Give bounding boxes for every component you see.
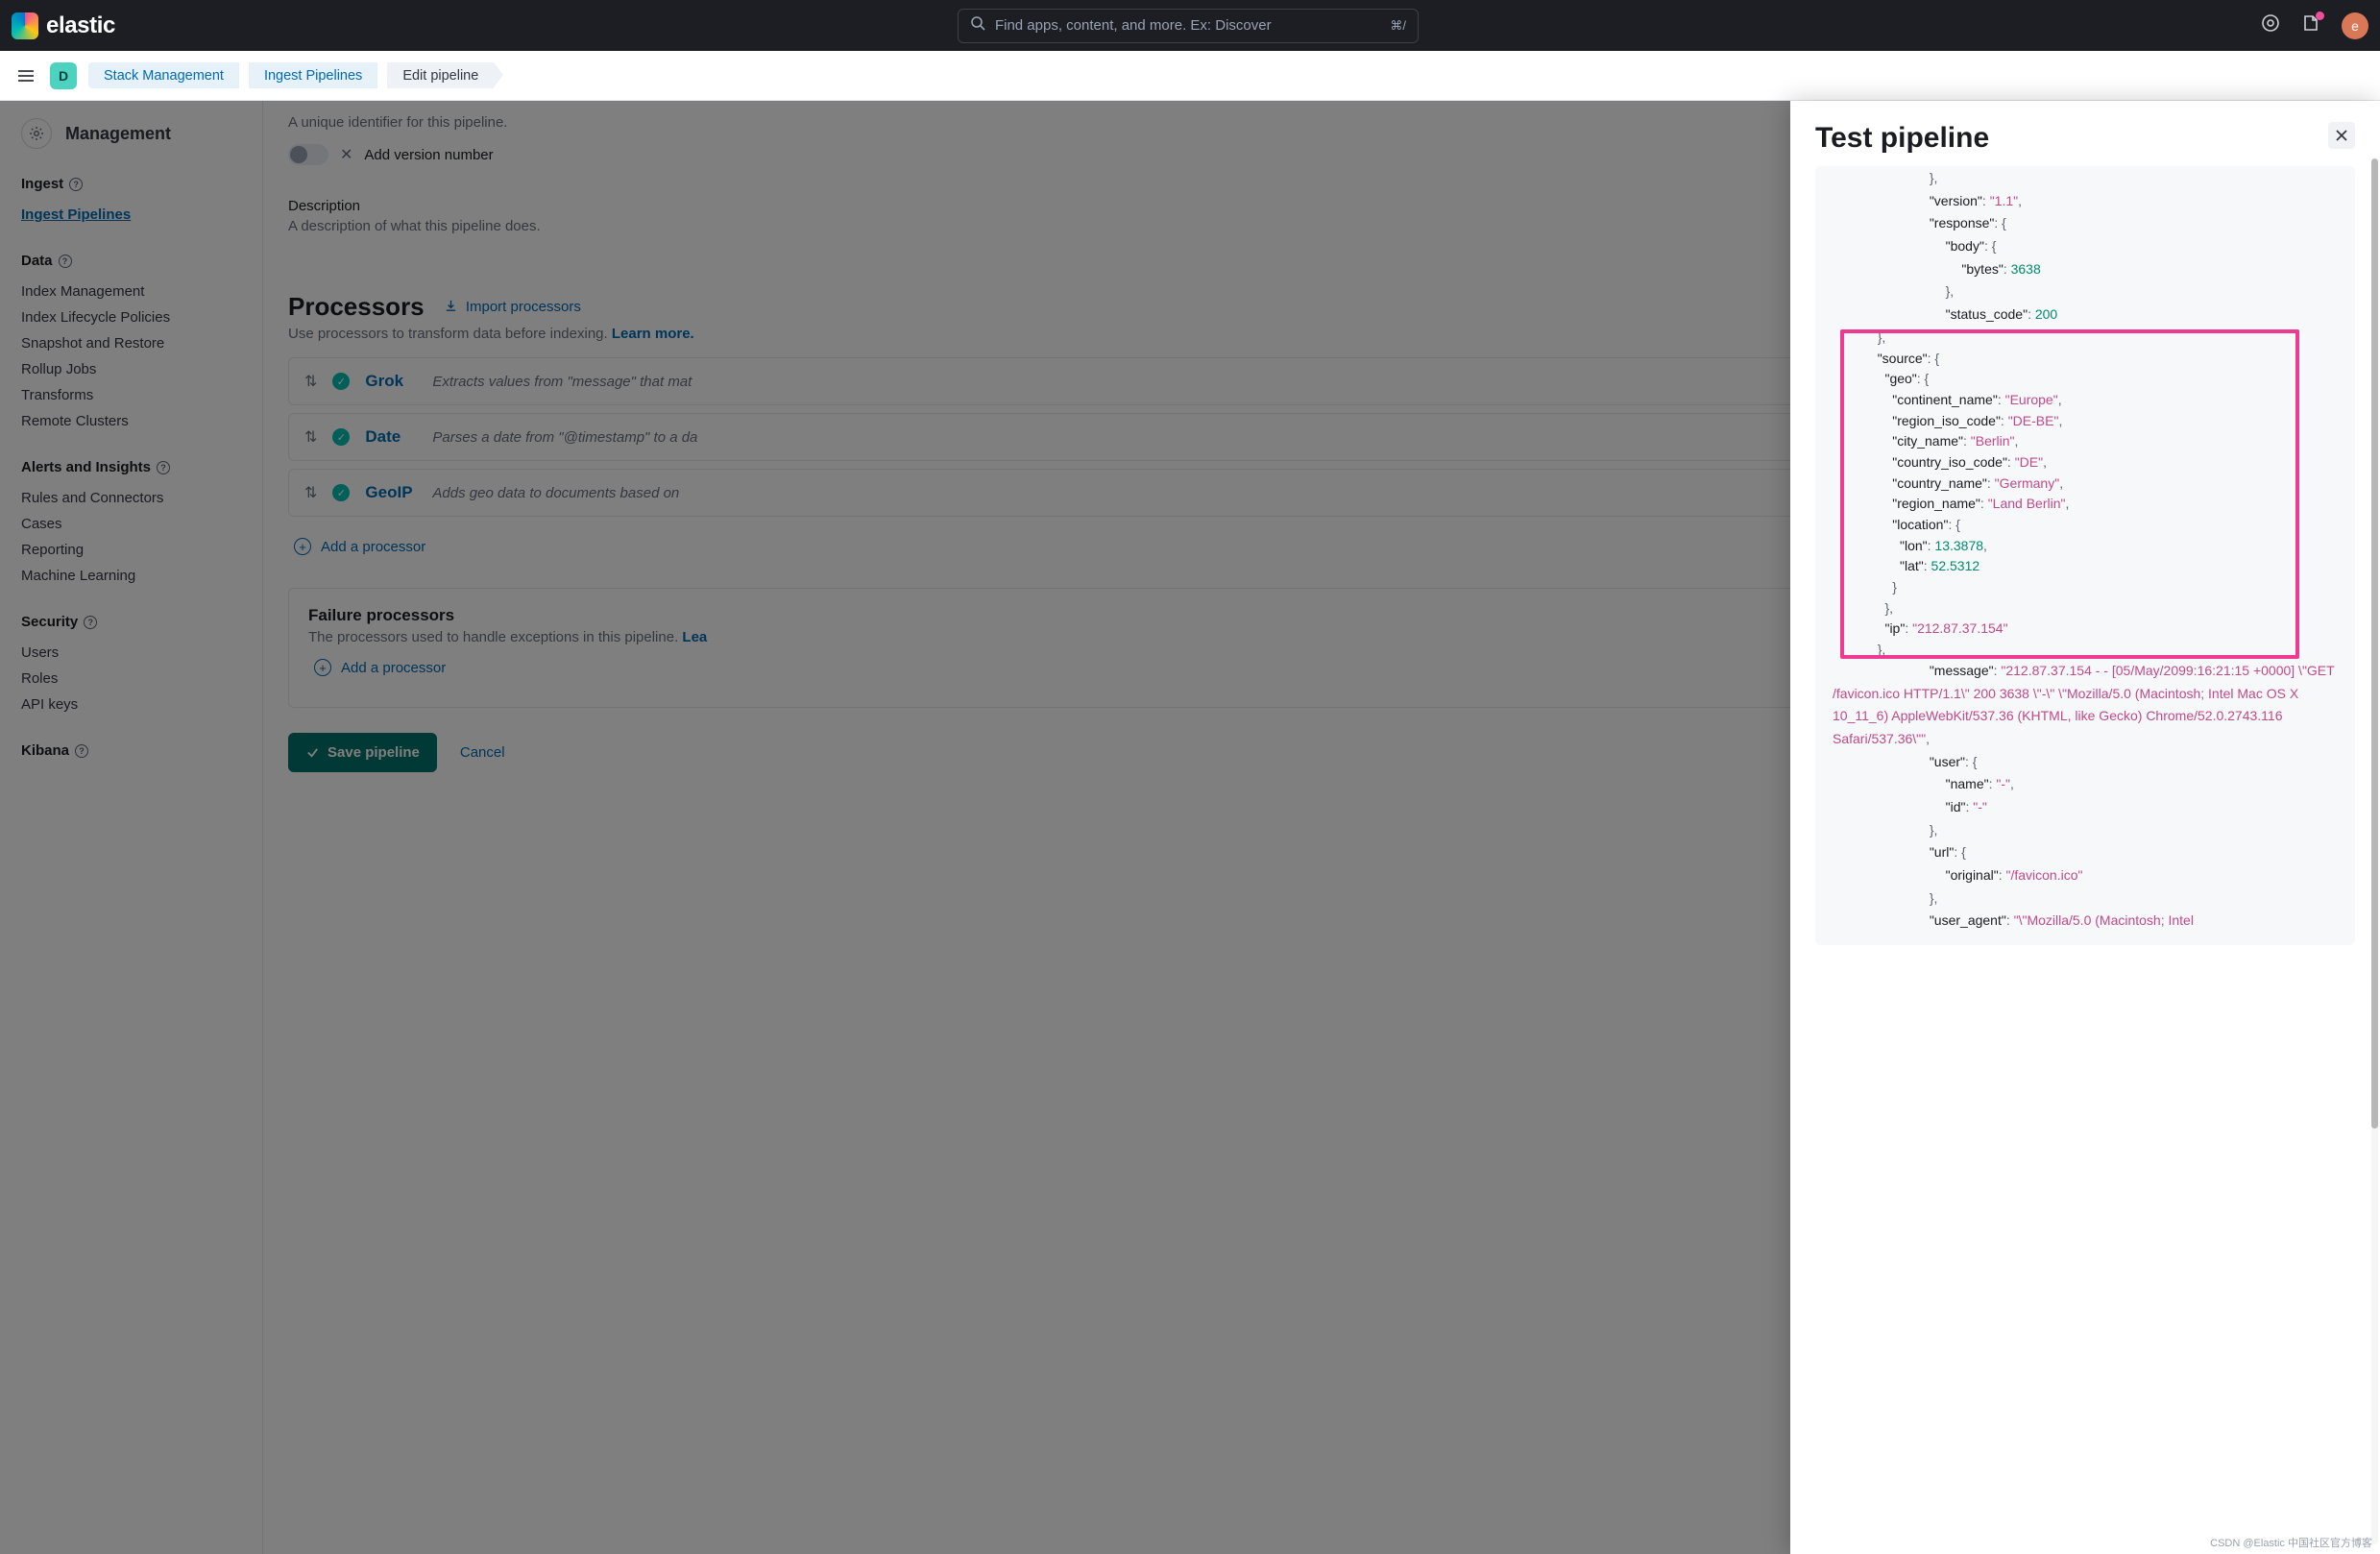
sidebar-item-index-management[interactable]: Index Management <box>21 279 255 304</box>
help-icon[interactable]: ? <box>69 178 83 191</box>
search-shortcut: ⌘/ <box>1390 18 1406 34</box>
sidebar-group-title: Security ? <box>21 614 255 630</box>
version-toggle[interactable] <box>288 144 328 165</box>
brand-logo[interactable]: elastic <box>12 12 115 39</box>
check-icon: ✓ <box>332 373 350 390</box>
search-input[interactable] <box>995 17 1380 34</box>
add-failure-processor-label: Add a processor <box>341 660 446 676</box>
processors-hint: Use processors to transform data before … <box>288 326 608 342</box>
test-pipeline-flyout: Test pipeline }, "version": "1.1", "resp… <box>1790 101 2380 1554</box>
search-icon <box>970 15 985 36</box>
close-icon: ✕ <box>340 145 352 164</box>
breadcrumb-ingest-pipelines[interactable]: Ingest Pipelines <box>249 62 377 88</box>
sidebar-item-roles[interactable]: Roles <box>21 666 255 692</box>
watermark: CSDN @Elastic 中国社区官方博客 <box>2210 1535 2372 1550</box>
breadcrumb-edit-pipeline: Edit pipeline <box>387 62 494 88</box>
cancel-button[interactable]: Cancel <box>460 744 505 761</box>
sidebar-item-rollup-jobs[interactable]: Rollup Jobs <box>21 356 255 382</box>
save-pipeline-label: Save pipeline <box>328 744 420 761</box>
nav-toggle-button[interactable] <box>13 63 38 88</box>
processor-name[interactable]: Date <box>365 427 417 447</box>
news-feed-icon[interactable] <box>2301 13 2320 37</box>
brand-name: elastic <box>46 12 115 39</box>
elastic-logo-icon <box>12 12 38 39</box>
sidebar-item-users[interactable]: Users <box>21 640 255 666</box>
flyout-scrollbar[interactable] <box>2371 158 2378 1544</box>
sidebar-item-machine-learning[interactable]: Machine Learning <box>21 563 255 589</box>
add-processor-label: Add a processor <box>321 539 425 555</box>
sidebar-group-title: Alerts and Insights ? <box>21 459 255 475</box>
drag-handle-icon[interactable]: ⇅ <box>304 372 317 391</box>
breadcrumb: Stack Management Ingest Pipelines Edit p… <box>88 62 503 88</box>
gear-icon <box>21 118 52 149</box>
sidebar-title: Management <box>65 124 171 144</box>
sub-bar: D Stack Management Ingest Pipelines Edit… <box>0 51 2380 101</box>
sidebar-item-transforms[interactable]: Transforms <box>21 382 255 408</box>
import-processors-link[interactable]: Import processors <box>444 299 581 315</box>
sidebar-item-snapshot-and-restore[interactable]: Snapshot and Restore <box>21 330 255 356</box>
learn-more-link[interactable]: Learn more. <box>612 326 694 342</box>
flyout-title: Test pipeline <box>1815 122 1989 155</box>
processors-title: Processors <box>288 292 425 322</box>
flyout-close-button[interactable] <box>2328 122 2355 149</box>
help-icon[interactable]: ? <box>157 461 170 474</box>
sidebar-item-ingest-pipelines[interactable]: Ingest Pipelines <box>21 202 255 228</box>
version-label: Add version number <box>364 147 493 163</box>
help-icon[interactable]: ? <box>59 255 72 268</box>
drag-handle-icon[interactable]: ⇅ <box>304 427 317 447</box>
drag-handle-icon[interactable]: ⇅ <box>304 483 317 502</box>
sidebar-group-title: Ingest ? <box>21 176 255 192</box>
failure-learn-link[interactable]: Lea <box>682 629 707 645</box>
global-search[interactable]: ⌘/ <box>958 9 1419 43</box>
test-output-code[interactable]: }, "version": "1.1", "response": { "body… <box>1815 166 2355 945</box>
plus-icon: + <box>294 538 311 555</box>
check-icon: ✓ <box>332 484 350 501</box>
sidebar-group-title: Data ? <box>21 253 255 269</box>
help-icon[interactable] <box>2261 13 2280 37</box>
save-pipeline-button[interactable]: Save pipeline <box>288 733 437 772</box>
plus-icon: + <box>314 659 331 676</box>
processor-name[interactable]: GeoIP <box>365 483 417 502</box>
sidebar-item-cases[interactable]: Cases <box>21 511 255 537</box>
help-icon[interactable]: ? <box>84 616 97 629</box>
sidebar-item-api-keys[interactable]: API keys <box>21 692 255 717</box>
sidebar-item-index-lifecycle-policies[interactable]: Index Lifecycle Policies <box>21 304 255 330</box>
notification-dot <box>2316 12 2324 20</box>
sidebar-item-reporting[interactable]: Reporting <box>21 537 255 563</box>
processor-name[interactable]: Grok <box>365 372 417 391</box>
user-avatar[interactable]: e <box>2342 12 2368 39</box>
management-sidebar: Management Ingest ? Ingest Pipelines Data … <box>0 101 263 1554</box>
check-icon: ✓ <box>332 428 350 446</box>
breadcrumb-stack-management[interactable]: Stack Management <box>88 62 239 88</box>
help-icon[interactable]: ? <box>75 744 88 758</box>
space-badge[interactable]: D <box>50 62 77 89</box>
sidebar-item-rules-and-connectors[interactable]: Rules and Connectors <box>21 485 255 511</box>
top-bar: elastic ⌘/ e <box>0 0 2380 51</box>
import-processors-label: Import processors <box>466 299 581 315</box>
failure-hint: The processors used to handle exceptions… <box>308 629 682 645</box>
sidebar-item-remote-clusters[interactable]: Remote Clusters <box>21 408 255 434</box>
sidebar-group-title: Kibana ? <box>21 742 255 759</box>
